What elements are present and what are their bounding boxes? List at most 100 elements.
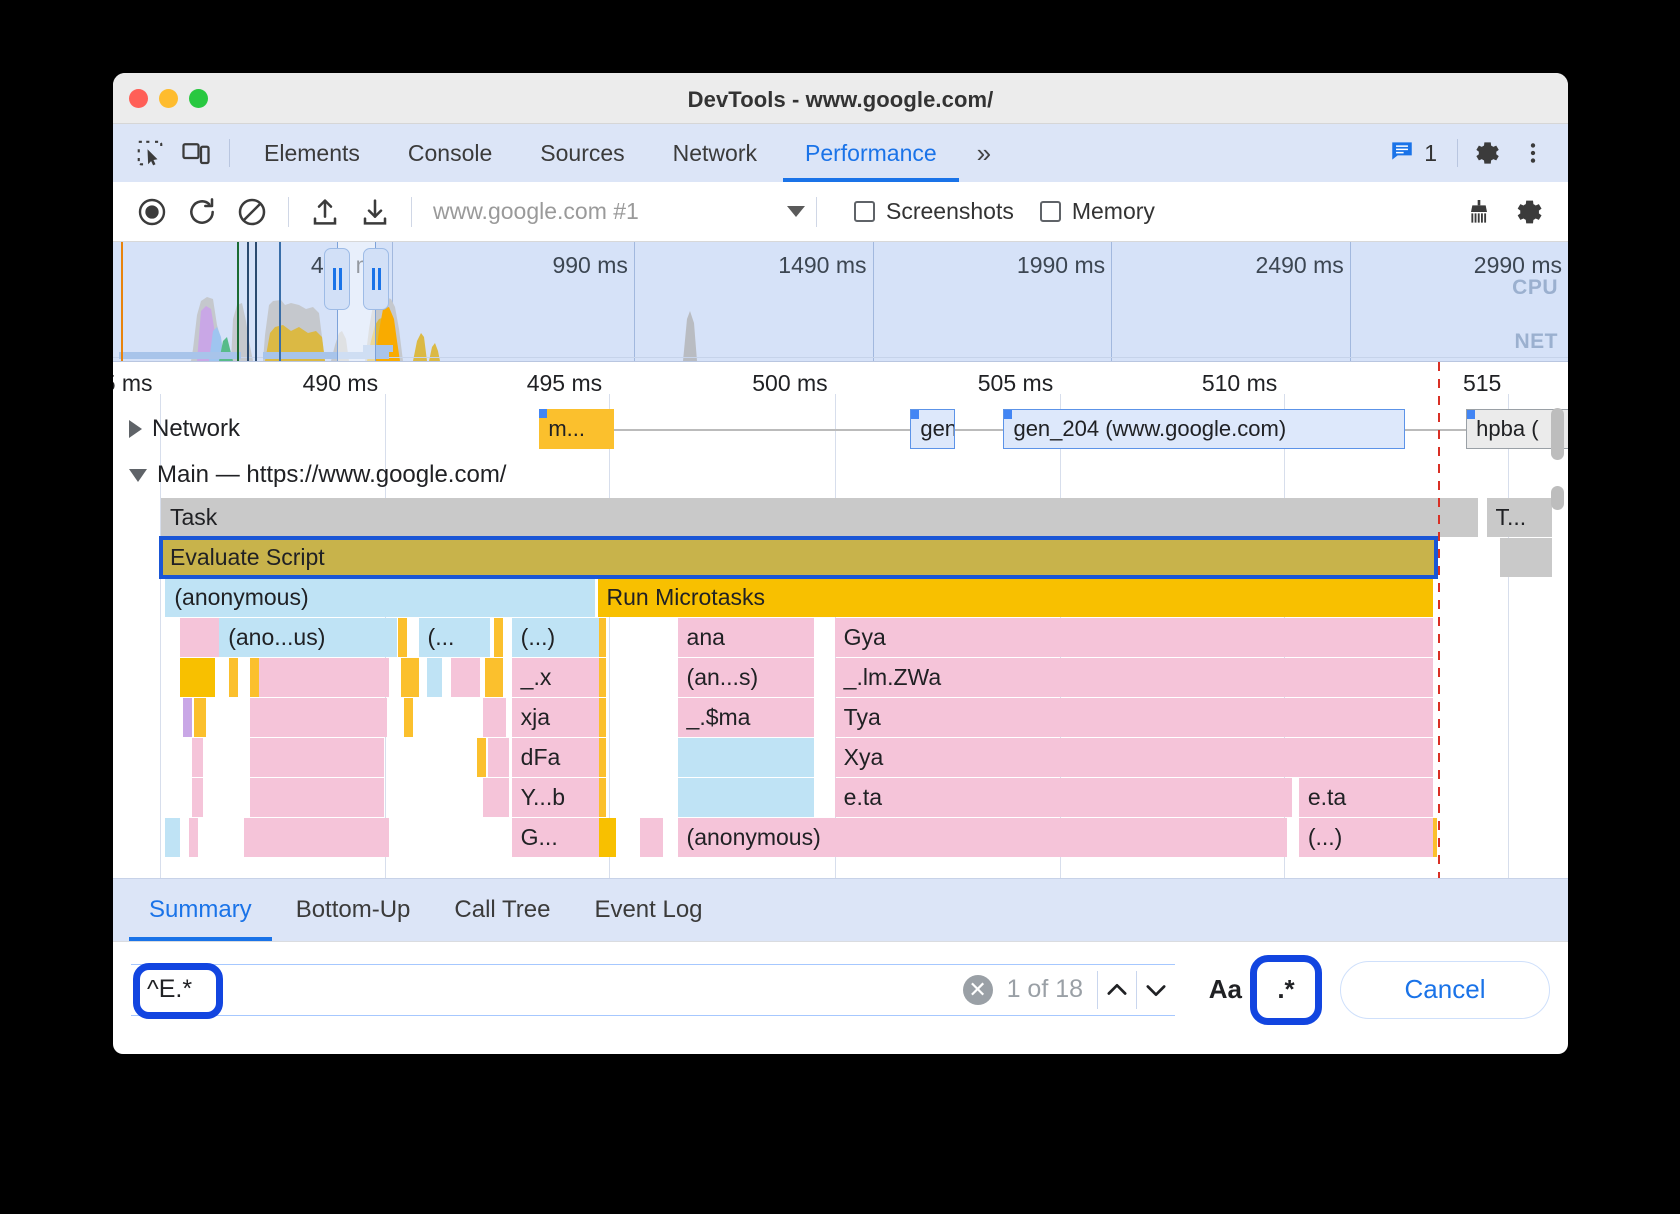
flame-chart-bar[interactable]: Task [161, 498, 1478, 537]
record-circle-icon[interactable] [127, 187, 177, 237]
upload-profile-icon[interactable] [300, 187, 350, 237]
clear-search-icon[interactable]: ✕ [963, 975, 993, 1005]
flame-chart-bar[interactable]: (... [419, 618, 490, 657]
chevron-down-icon[interactable] [1137, 967, 1175, 1013]
flame-chart-microbar[interactable] [183, 698, 192, 737]
more-tabs-icon[interactable]: » [961, 138, 1004, 169]
flame-chart-bar[interactable]: T... [1487, 498, 1552, 537]
flame-chart-microbar[interactable] [494, 618, 503, 657]
flame-chart-bar[interactable]: Evaluate Script [161, 538, 1436, 577]
cancel-button[interactable]: Cancel [1340, 961, 1550, 1019]
flame-chart-bar[interactable]: Xya [835, 738, 1433, 777]
flame-chart-bar[interactable]: Run Microtasks [598, 578, 1433, 617]
flame-chart-bar[interactable]: (anonymous) [678, 818, 1288, 857]
track-main[interactable]: Main — https://www.google.com/ [113, 452, 1568, 498]
flame-chart-bar[interactable]: _.$ma [678, 698, 815, 737]
flame-chart-bar[interactable] [678, 738, 815, 777]
tab-performance[interactable]: Performance [781, 124, 961, 182]
flame-chart-microbar[interactable] [599, 818, 616, 857]
download-profile-icon[interactable] [350, 187, 400, 237]
flame-chart-bar[interactable]: (...) [1299, 818, 1433, 857]
flame-chart-rows[interactable]: TaskT...Evaluate Script(anonymous)Run Mi… [113, 498, 1568, 858]
flame-chart-microbar[interactable] [488, 738, 508, 777]
flame-scrollbar[interactable] [1551, 408, 1564, 868]
tab-event-log[interactable]: Event Log [572, 879, 724, 941]
flame-chart-bar[interactable]: (an...s) [678, 658, 815, 697]
flame-chart-bar[interactable]: Tya [835, 698, 1433, 737]
flame-chart-bar[interactable]: (...) [512, 618, 599, 657]
issues-button[interactable]: 1 [1375, 138, 1451, 169]
regex-button[interactable]: .* [1262, 969, 1310, 1011]
tab-call-tree[interactable]: Call Tree [432, 879, 572, 941]
flame-chart-microbar[interactable] [194, 698, 206, 737]
device-toolbar-icon[interactable] [173, 130, 219, 176]
reload-record-icon[interactable] [177, 187, 227, 237]
flame-chart-microbar[interactable] [229, 658, 238, 697]
network-request-chip[interactable]: gen [910, 409, 955, 449]
memory-checkbox[interactable]: Memory [1040, 198, 1155, 225]
flame-chart-bar[interactable]: _.lm.ZWa [835, 658, 1433, 697]
overview-selection-handle-left[interactable] [324, 248, 350, 310]
flame-chart-microbar[interactable] [192, 738, 204, 777]
flame-chart-microbar[interactable] [192, 778, 204, 817]
inspect-element-icon[interactable] [127, 130, 173, 176]
flame-chart-microbar[interactable] [250, 698, 387, 737]
tab-sources[interactable]: Sources [516, 124, 648, 182]
flame-chart-microbar[interactable] [483, 778, 509, 817]
flame-chart-microbar[interactable] [401, 658, 418, 697]
track-header-main[interactable]: Main — https://www.google.com/ [113, 452, 1568, 498]
flame-scrollbar-marker[interactable] [1551, 486, 1564, 510]
flame-chart-bar[interactable]: ana [678, 618, 815, 657]
timeline-overview[interactable]: 490 ms990 ms1490 ms1990 ms2490 ms2990 ms [113, 242, 1568, 362]
flame-scrollbar-thumb[interactable] [1551, 408, 1564, 460]
flame-chart-microbar[interactable] [427, 658, 442, 697]
tab-network[interactable]: Network [649, 124, 781, 182]
track-network[interactable]: Network m...gengen_204 (www.google.com)h… [113, 406, 1568, 452]
overview-selection-handle-right[interactable] [363, 248, 389, 310]
flame-chart-bar[interactable]: _.x [512, 658, 599, 697]
flame-chart-bar[interactable]: dFa [512, 738, 599, 777]
screenshots-checkbox[interactable]: Screenshots [854, 198, 1014, 225]
flame-chart-microbar[interactable] [477, 738, 486, 777]
flame-chart-microbar[interactable] [250, 778, 384, 817]
flame-chart-bar[interactable]: (ano...us) [219, 618, 397, 657]
clear-icon[interactable] [227, 187, 277, 237]
flame-chart-microbar[interactable] [165, 818, 180, 857]
flame-chart-bar[interactable]: xja [512, 698, 599, 737]
flame-chart-microbar[interactable] [640, 818, 663, 857]
flame-chart-bar[interactable]: Y...b [512, 778, 599, 817]
flame-chart-microbar[interactable] [485, 658, 502, 697]
flame-chart-microbar[interactable] [244, 818, 390, 857]
network-request-chip[interactable]: gen_204 (www.google.com) [1003, 409, 1405, 449]
capture-settings-gear-icon[interactable] [1504, 187, 1554, 237]
flame-chart-microbar[interactable] [404, 698, 413, 737]
tab-summary[interactable]: Summary [127, 879, 274, 941]
flame-chart-bar[interactable]: e.ta [835, 778, 1292, 817]
profile-selector[interactable]: www.google.com #1 [433, 198, 805, 225]
tab-elements[interactable]: Elements [240, 124, 384, 182]
flame-chart-microbar[interactable] [483, 698, 506, 737]
flame-chart-microbar[interactable] [259, 658, 390, 697]
flame-chart-microbar[interactable] [180, 658, 215, 697]
tab-console[interactable]: Console [384, 124, 516, 182]
flame-chart-microbar[interactable] [451, 658, 480, 697]
flame-chart-bar[interactable]: e.ta [1299, 778, 1433, 817]
more-vertical-icon[interactable] [1510, 130, 1556, 176]
flame-chart-bar[interactable]: (anonymous) [165, 578, 594, 617]
flame-chart-microbar[interactable] [398, 618, 407, 657]
chevron-up-icon[interactable] [1098, 967, 1136, 1013]
flame-chart-microbar[interactable] [250, 738, 384, 777]
flame-chart-bar[interactable] [1500, 538, 1552, 577]
flame-chart-bar[interactable] [678, 778, 815, 817]
search-input[interactable] [131, 974, 963, 1005]
collect-garbage-icon[interactable] [1454, 187, 1504, 237]
gear-icon[interactable] [1464, 130, 1510, 176]
network-request-chip[interactable]: m... [539, 409, 613, 449]
flame-chart-area[interactable]: 485 ms490 ms495 ms500 ms505 ms510 ms515 … [113, 362, 1568, 878]
tab-bottom-up[interactable]: Bottom-Up [274, 879, 433, 941]
flame-chart-bar[interactable]: G... [512, 818, 599, 857]
flame-chart-bar[interactable]: Gya [835, 618, 1433, 657]
flame-chart-microbar[interactable] [250, 658, 259, 697]
flame-chart-microbar[interactable] [180, 618, 213, 657]
flame-chart-microbar[interactable] [189, 818, 198, 857]
